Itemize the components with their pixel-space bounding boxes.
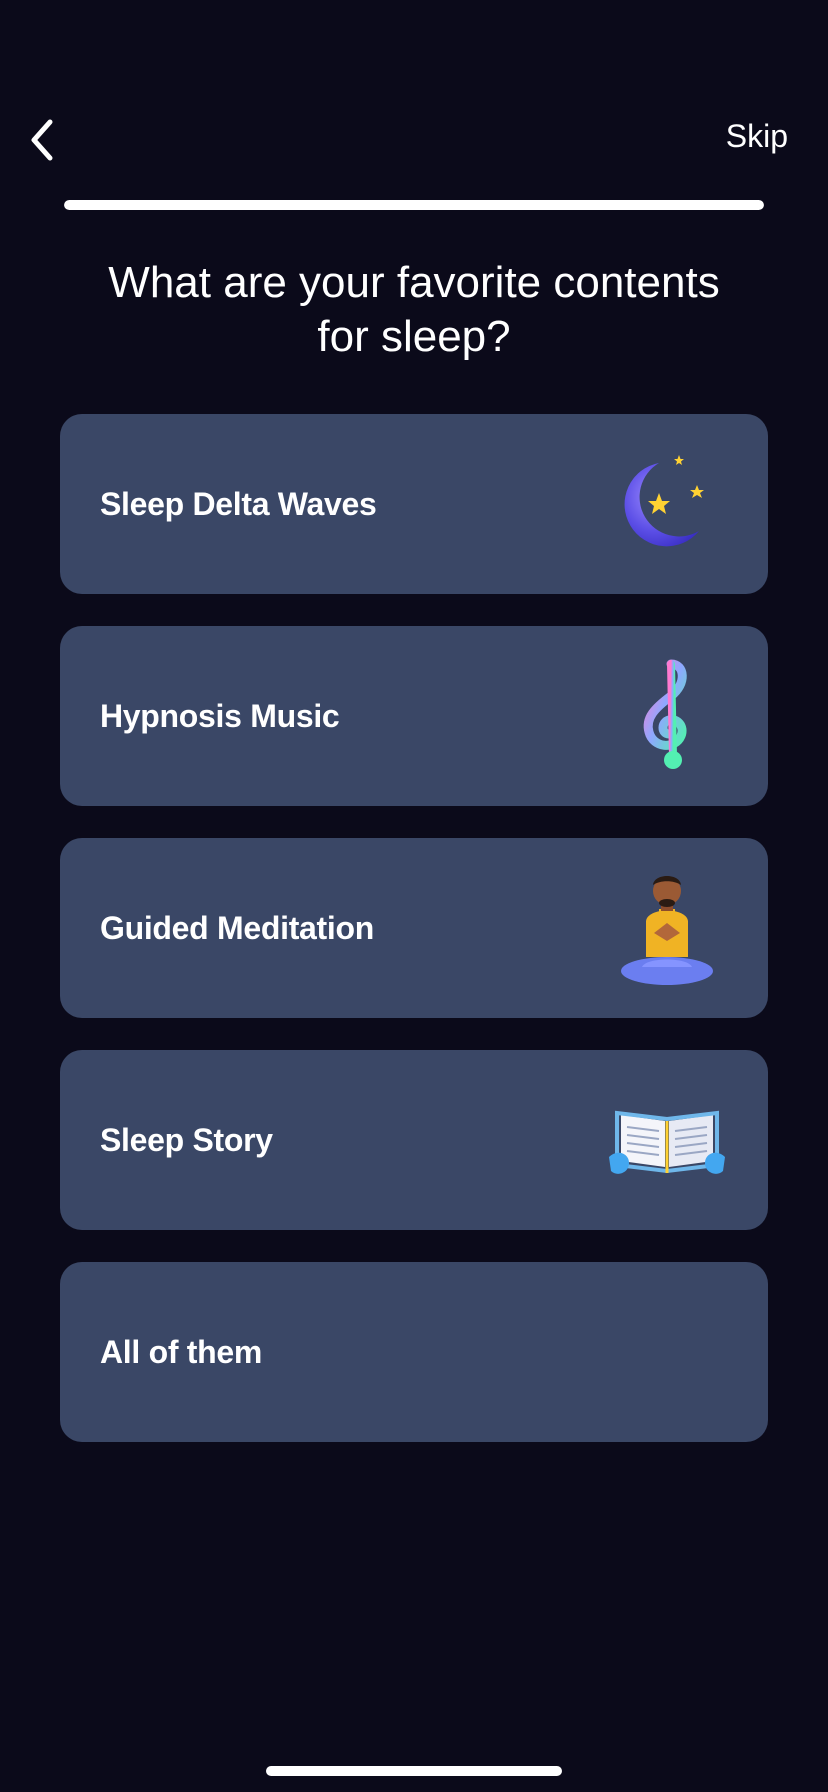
option-sleep-story[interactable]: Sleep Story — [60, 1050, 768, 1230]
meditating-person-icon — [602, 863, 732, 993]
skip-button[interactable]: Skip — [726, 118, 788, 155]
progress-bar — [64, 200, 764, 210]
option-guided-meditation[interactable]: Guided Meditation — [60, 838, 768, 1018]
moon-stars-icon — [602, 439, 732, 569]
top-bar: Skip — [0, 100, 828, 180]
home-indicator — [266, 1766, 562, 1776]
back-button[interactable] — [20, 116, 64, 164]
open-book-icon — [602, 1075, 732, 1205]
title-line-2: for sleep? — [317, 312, 511, 361]
option-hypnosis-music[interactable]: Hypnosis Music — [60, 626, 768, 806]
option-label: Hypnosis Music — [100, 697, 340, 734]
title-line-1: What are your favorite contents — [108, 258, 720, 307]
option-label: All of them — [100, 1333, 263, 1370]
treble-clef-icon — [602, 651, 732, 781]
option-label: Sleep Delta Waves — [100, 485, 377, 522]
progress-fill — [64, 200, 764, 210]
options-list: Sleep Delta Waves Hypnosis Music Guided … — [60, 414, 768, 1474]
option-label: Guided Meditation — [100, 909, 374, 946]
option-label: Sleep Story — [100, 1121, 273, 1158]
chevron-left-icon — [31, 119, 53, 161]
option-all-of-them[interactable]: All of them — [60, 1262, 768, 1442]
option-sleep-delta-waves[interactable]: Sleep Delta Waves — [60, 414, 768, 594]
page-title: What are your favorite contents for slee… — [64, 256, 764, 364]
